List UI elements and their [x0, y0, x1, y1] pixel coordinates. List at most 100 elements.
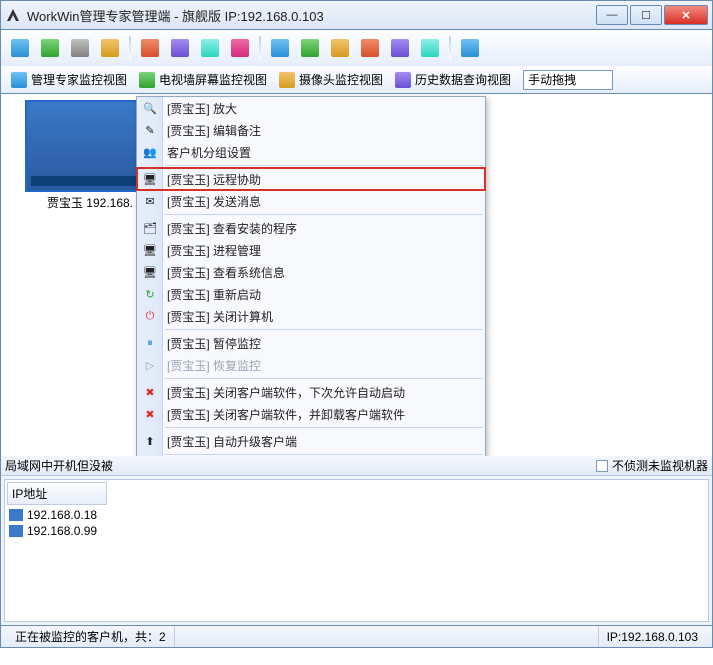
checkbox-icon[interactable] — [596, 460, 608, 472]
drag-mode-select[interactable]: 手动拖拽 — [523, 70, 613, 90]
toolbar-button-2[interactable] — [37, 35, 63, 61]
menu-item[interactable]: 🖥[贾宝玉] 进程管理 — [137, 239, 485, 261]
tab-tv-wall-view[interactable]: 电视墙屏幕监控视图 — [135, 69, 271, 90]
tab-label: 摄像头监控视图 — [299, 71, 383, 88]
main-area: 贾宝玉 192.168. 🔍[贾宝玉] 放大✎[贾宝玉] 编辑备注👥客户机分组设… — [0, 94, 713, 456]
ip-list-panel: IP地址 192.168.0.18 192.168.0.99 — [4, 479, 709, 622]
tab-label: 管理专家监控视图 — [31, 71, 127, 88]
toolbar-button-13[interactable] — [387, 35, 413, 61]
toolbar-button-1[interactable] — [7, 35, 33, 61]
toolbar-button-10[interactable] — [297, 35, 323, 61]
lower-panel: 局域网中开机但没被 不侦测未监视机器 IP地址 192.168.0.18 192.… — [0, 456, 713, 626]
menu-separator — [165, 378, 483, 379]
view-toolbar: 管理专家监控视图 电视墙屏幕监控视图 摄像头监控视图 历史数据查询视图 手动拖拽 — [0, 66, 713, 94]
menu-item[interactable]: ⏻[贾宝玉] 关闭计算机 — [137, 305, 485, 327]
status-spacer — [175, 626, 599, 647]
lock-icon — [141, 39, 159, 57]
menu-item-icon: 🖥 — [142, 171, 158, 187]
record-icon — [361, 39, 379, 57]
menu-item[interactable]: ✎ [贾宝玉] 编辑备注 — [137, 119, 485, 141]
toolbar-button-4[interactable] — [97, 35, 123, 61]
menu-item-icon: ✖ — [142, 384, 158, 400]
toolbar-button-6[interactable] — [167, 35, 193, 61]
toolbar-button-8[interactable] — [227, 35, 253, 61]
menu-item-label: [贾宝玉] 发送消息 — [167, 193, 261, 210]
menu-item[interactable]: 🖥[贾宝玉] 远程协助 — [137, 168, 485, 190]
toolbar-button-11[interactable] — [327, 35, 353, 61]
menu-item[interactable]: ✖[贾宝玉] 关闭客户端软件，并卸载客户端软件 — [137, 403, 485, 425]
tab-camera-view[interactable]: 摄像头监控视图 — [275, 69, 387, 90]
menu-item-label: [贾宝玉] 编辑备注 — [167, 122, 261, 139]
menu-separator — [165, 214, 483, 215]
menu-item[interactable]: 🔍[贾宝玉] 放大 — [137, 97, 485, 119]
menu-separator — [165, 427, 483, 428]
toolbar-button-7[interactable] — [197, 35, 223, 61]
computer-icon — [9, 525, 23, 537]
status-count-value: 2 — [159, 630, 166, 644]
lower-panel-header: 局域网中开机但没被 不侦测未监视机器 — [1, 456, 712, 476]
column-header-ip[interactable]: IP地址 — [7, 482, 107, 505]
monitor-icon — [11, 39, 29, 57]
toolbar-button-15[interactable] — [457, 35, 483, 61]
ip-value: 192.168.0.18 — [27, 508, 97, 522]
menu-item[interactable]: ⬆[贾宝玉] 自动升级客户端 — [137, 430, 485, 452]
play-icon — [331, 39, 349, 57]
menu-item-label: [贾宝玉] 恢复监控 — [167, 357, 261, 374]
menu-item-icon: ↻ — [142, 286, 158, 302]
menu-separator — [165, 329, 483, 330]
status-ip: IP:192.168.0.103 — [599, 626, 706, 647]
menu-item[interactable]: 👥 客户机分组设置 — [137, 141, 485, 163]
status-bar: 正在被监控的客户机，共： 2 IP:192.168.0.103 — [0, 626, 713, 648]
save-icon — [391, 39, 409, 57]
globe-icon — [41, 39, 59, 57]
toolbar-button-3[interactable] — [67, 35, 93, 61]
toolbar-button-9[interactable] — [267, 35, 293, 61]
toolbar-separator — [129, 36, 131, 60]
menu-item[interactable]: ✉[贾宝玉] 发送消息 — [137, 190, 485, 212]
menu-separator — [165, 165, 483, 166]
menu-item-label: [贾宝玉] 关闭计算机 — [167, 308, 273, 325]
minimize-button[interactable] — [596, 5, 628, 25]
ip-row[interactable]: 192.168.0.18 — [7, 507, 706, 523]
close-button[interactable] — [664, 5, 708, 25]
toolbar-button-5[interactable] — [137, 35, 163, 61]
menu-item-label: [贾宝玉] 关闭客户端软件，并卸载客户端软件 — [167, 406, 405, 423]
ip-row[interactable]: 192.168.0.99 — [7, 523, 706, 539]
tab-expert-monitor-view[interactable]: 管理专家监控视图 — [7, 69, 131, 90]
computer-icon — [9, 509, 23, 521]
menu-item[interactable]: ⏸ [贾宝玉] 暂停监控 — [137, 332, 485, 354]
tab-history-view[interactable]: 历史数据查询视图 — [391, 69, 515, 90]
menu-separator — [165, 454, 483, 455]
menu-item-icon: 🔍 — [142, 100, 158, 116]
maximize-button[interactable] — [630, 5, 662, 25]
status-client-count: 正在被监控的客户机，共： 2 — [7, 626, 175, 647]
menu-item-icon: ✎ — [142, 122, 158, 138]
menu-item[interactable]: ↻ [贾宝玉] 重新启动 — [137, 283, 485, 305]
history-icon — [395, 72, 411, 88]
tv-icon — [139, 72, 155, 88]
chat-icon — [201, 39, 219, 57]
menu-item-label: [贾宝玉] 暂停监控 — [167, 335, 261, 352]
ip-value: 192.168.0.99 — [27, 524, 97, 538]
screen-icon — [71, 39, 89, 57]
camera-icon — [279, 72, 295, 88]
menu-item[interactable]: ✖[贾宝玉] 关闭客户端软件，下次允许自动启动 — [137, 381, 485, 403]
toolbar-button-12[interactable] — [357, 35, 383, 61]
monitor-icon — [11, 72, 27, 88]
window-buttons — [594, 5, 708, 25]
users-icon — [101, 39, 119, 57]
menu-item[interactable]: 🖥[贾宝玉] 查看系统信息 — [137, 261, 485, 283]
tv-icon — [301, 39, 319, 57]
help-icon — [461, 39, 479, 57]
context-menu: 🔍[贾宝玉] 放大 ✎ [贾宝玉] 编辑备注 👥 客户机分组设置 🖥[贾宝玉] 远程协助✉… — [136, 96, 486, 456]
app-icon — [5, 7, 21, 23]
menu-item[interactable]: 🗂[贾宝玉] 查看安装的程序 — [137, 217, 485, 239]
menu-item-icon: 🖥 — [142, 264, 158, 280]
menu-item-icon: 👥 — [142, 144, 158, 160]
toolbar-button-14[interactable] — [417, 35, 443, 61]
detect-checkbox-group[interactable]: 不侦测未监视机器 — [596, 457, 708, 474]
menu-item-label: 客户机分组设置 — [167, 144, 251, 161]
menu-item-label: [贾宝玉] 重新启动 — [167, 286, 261, 303]
menu-item-icon: ⏸ — [142, 335, 158, 351]
status-label: 正在被监控的客户机，共： — [15, 628, 159, 645]
